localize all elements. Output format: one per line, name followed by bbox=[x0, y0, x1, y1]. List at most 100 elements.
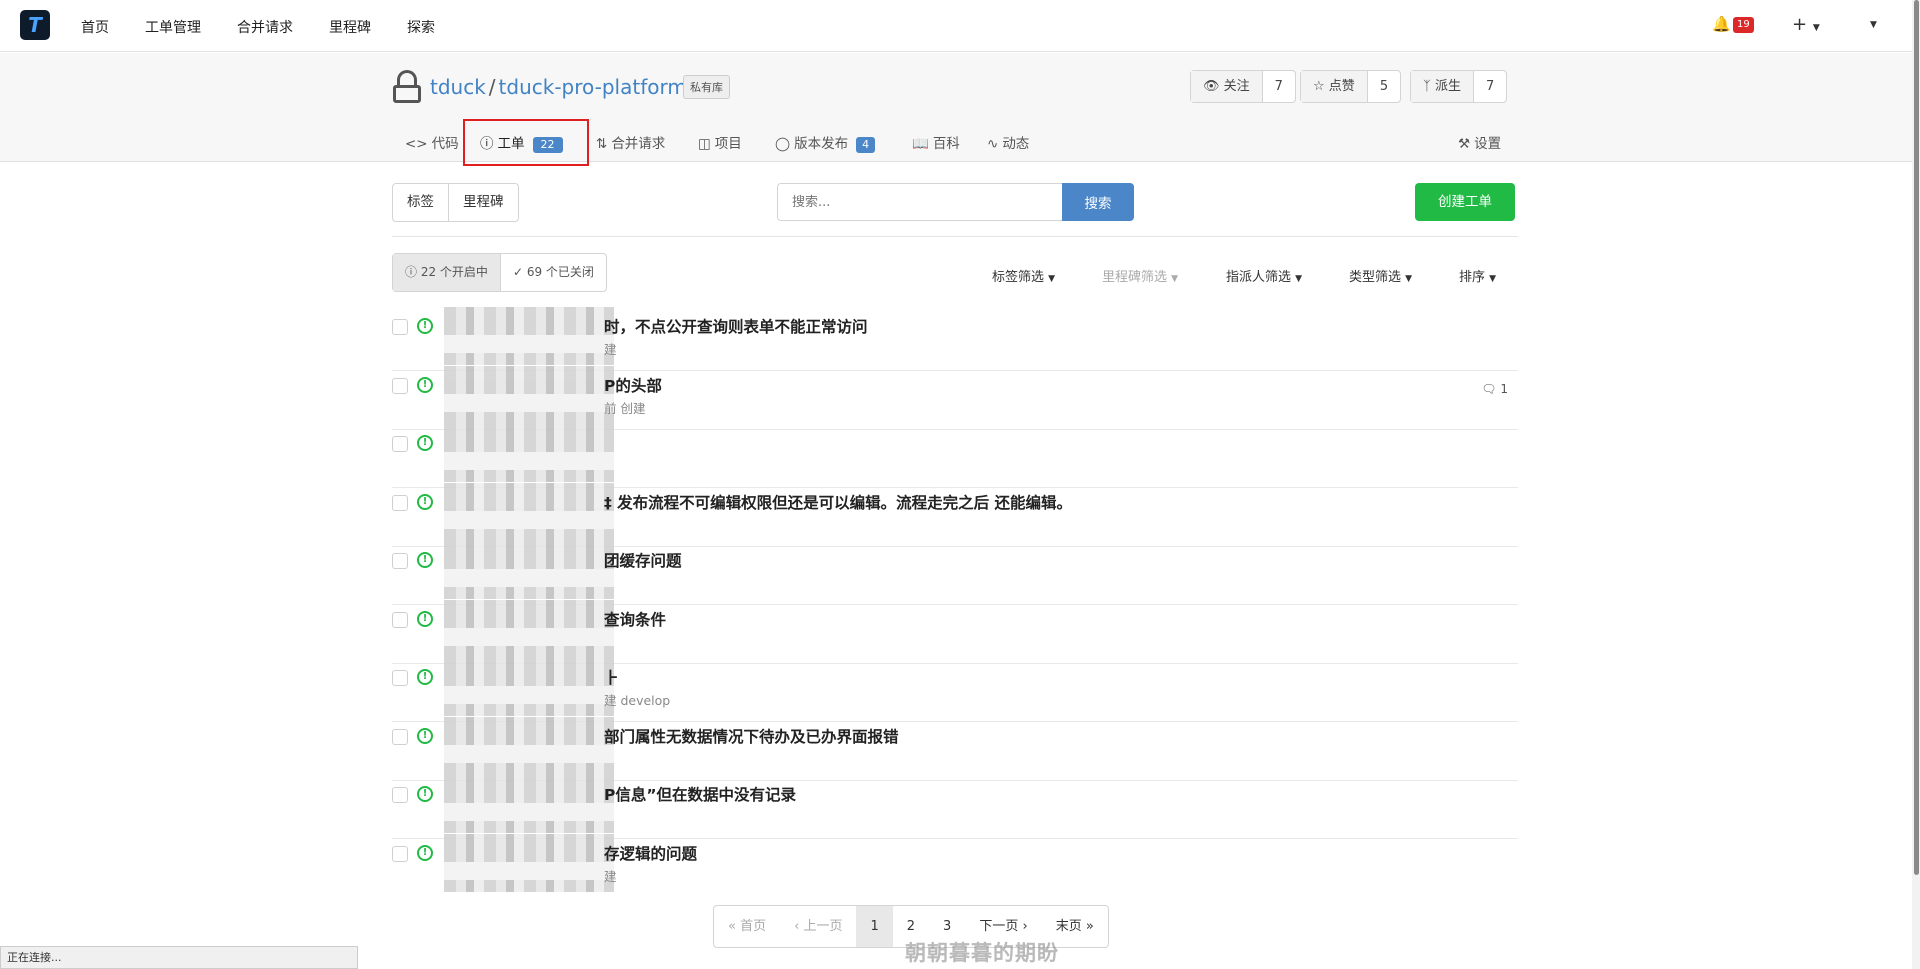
issue-title[interactable]: ‡ 发布流程不可编辑权限但还是可以编辑。流程走完之后 还能编辑。 bbox=[604, 491, 1072, 513]
caret-down-icon: ▼ bbox=[1405, 274, 1413, 284]
star-icon: ☆ bbox=[1313, 79, 1325, 94]
watch-count[interactable]: 7 bbox=[1262, 71, 1295, 102]
issue-checkbox[interactable] bbox=[392, 787, 408, 803]
issue-meta: 建 bbox=[604, 869, 617, 884]
issue-title[interactable]: 存逻辑的问题 bbox=[604, 842, 697, 864]
highlight-annotation bbox=[463, 119, 589, 166]
releases-count-badge: 4 bbox=[856, 137, 876, 153]
issue-checkbox[interactable] bbox=[392, 670, 408, 686]
milestone-filter-dropdown[interactable]: 里程碑筛选 ▼ bbox=[1102, 266, 1178, 285]
open-issues-button[interactable]: ⓘ 22 个开启中 bbox=[393, 254, 500, 291]
repo-name-link[interactable]: tduck-pro-platform bbox=[499, 75, 687, 99]
labels-button[interactable]: 标签 bbox=[393, 184, 448, 221]
fork-icon: ᛉ bbox=[1423, 79, 1431, 94]
issue-checkbox[interactable] bbox=[392, 729, 408, 745]
scrollbar-thumb[interactable] bbox=[1914, 0, 1919, 875]
browser-status-bar: 正在连接... bbox=[0, 946, 358, 969]
tab-projects[interactable]: ◫ 项目 bbox=[698, 132, 742, 152]
redacted-area bbox=[444, 658, 614, 716]
issue-open-icon: ! bbox=[417, 318, 433, 334]
nav-explore[interactable]: 探索 bbox=[407, 17, 435, 37]
search-input[interactable] bbox=[777, 183, 1063, 221]
sort-dropdown[interactable]: 排序 ▼ bbox=[1459, 266, 1496, 285]
tools-icon: ⚒ bbox=[1458, 136, 1471, 152]
nav-pulls[interactable]: 合并请求 bbox=[237, 17, 293, 37]
issue-title[interactable]: P信息”但在数据中没有记录 bbox=[604, 783, 796, 805]
issue-title[interactable]: 时，不点公开查询则表单不能正常访问 bbox=[604, 315, 868, 337]
nav-milestones[interactable]: 里程碑 bbox=[329, 17, 371, 37]
create-issue-button[interactable]: 创建工单 bbox=[1415, 183, 1515, 221]
fork-label: 派生 bbox=[1434, 79, 1461, 94]
closed-count-label: 69 个已关闭 bbox=[526, 265, 594, 279]
search-button[interactable]: 搜索 bbox=[1062, 183, 1134, 221]
next-page-label: 下一页 bbox=[979, 919, 1019, 934]
issue-checkbox[interactable] bbox=[392, 846, 408, 862]
issue-row[interactable]: ! bbox=[392, 424, 1518, 488]
redacted-area bbox=[444, 483, 614, 541]
pull-request-icon: ⇅ bbox=[596, 136, 608, 152]
tab-pulls[interactable]: ⇅ 合并请求 bbox=[596, 132, 665, 152]
fork-count[interactable]: 7 bbox=[1473, 71, 1507, 102]
repo-owner-link[interactable]: tduck bbox=[430, 75, 486, 99]
first-page-button[interactable]: « 首页 bbox=[714, 906, 780, 947]
issue-title[interactable]: ⺊ bbox=[604, 666, 620, 688]
type-filter-dropdown[interactable]: 类型筛选 ▼ bbox=[1349, 266, 1412, 285]
issue-row[interactable]: ! ⺊ 建 develop bbox=[392, 658, 1518, 722]
lock-icon bbox=[393, 70, 421, 104]
double-chevron-left-icon: « bbox=[728, 919, 736, 934]
issue-checkbox[interactable] bbox=[392, 612, 408, 628]
repo-separator: / bbox=[488, 75, 496, 99]
issue-open-icon: ! bbox=[417, 669, 433, 685]
closed-issues-button[interactable]: ✓ 69 个已关闭 bbox=[499, 254, 606, 291]
app-logo[interactable]: T bbox=[20, 10, 50, 40]
prev-page-button[interactable]: ‹ 上一页 bbox=[780, 906, 856, 947]
bell-icon[interactable]: 🔔 bbox=[1712, 15, 1731, 33]
star-count[interactable]: 5 bbox=[1367, 71, 1401, 102]
tab-activity[interactable]: ∿ 动态 bbox=[987, 132, 1029, 152]
tab-releases[interactable]: ◯ 版本发布 4 bbox=[775, 132, 876, 153]
issue-title[interactable]: 查询条件 bbox=[604, 608, 666, 630]
page-1[interactable]: 1 bbox=[856, 906, 893, 947]
notification-badge[interactable]: 19 bbox=[1733, 17, 1754, 33]
nav-home[interactable]: 首页 bbox=[81, 17, 109, 37]
nav-issues[interactable]: 工单管理 bbox=[145, 17, 201, 37]
milestones-button[interactable]: 里程碑 bbox=[448, 184, 518, 221]
issue-checkbox[interactable] bbox=[392, 436, 408, 452]
issue-row[interactable]: ! 团缓存问题 bbox=[392, 541, 1518, 605]
issue-checkbox[interactable] bbox=[392, 319, 408, 335]
issue-row[interactable]: ! P信息”但在数据中没有记录 bbox=[392, 775, 1518, 839]
comment-count[interactable]: 🗨 1 bbox=[1481, 382, 1508, 396]
issue-row[interactable]: ! ‡ 发布流程不可编辑权限但还是可以编辑。流程走完之后 还能编辑。 bbox=[392, 483, 1518, 547]
watch-button[interactable]: 👁 关注 7 bbox=[1190, 70, 1296, 103]
tab-code[interactable]: <> 代码 bbox=[405, 132, 459, 152]
labels-milestones-group: 标签 里程碑 bbox=[392, 183, 519, 222]
issue-row[interactable]: ! 部门属性无数据情况下待办及已办界面报错 bbox=[392, 717, 1518, 781]
label-filter-dropdown[interactable]: 标签筛选 ▼ bbox=[992, 266, 1055, 285]
star-button[interactable]: ☆ 点赞 5 bbox=[1300, 70, 1402, 103]
fork-button[interactable]: ᛉ 派生 7 bbox=[1410, 70, 1508, 103]
create-menu[interactable]: + ▼ bbox=[1792, 14, 1820, 35]
redacted-area bbox=[444, 717, 614, 775]
issue-title[interactable]: 部门属性无数据情况下待办及已办界面报错 bbox=[604, 725, 899, 747]
assignee-filter-dropdown[interactable]: 指派人筛选 ▼ bbox=[1226, 266, 1302, 285]
issue-open-icon: ! bbox=[417, 494, 433, 510]
issue-row[interactable]: ! 时，不点公开查询则表单不能正常访问 建 bbox=[392, 307, 1518, 371]
redacted-area bbox=[444, 600, 614, 658]
issue-open-icon: ! bbox=[417, 552, 433, 568]
issue-checkbox[interactable] bbox=[392, 553, 408, 569]
issue-row[interactable]: ! 查询条件 bbox=[392, 600, 1518, 664]
issue-title[interactable]: 团缓存问题 bbox=[604, 549, 682, 571]
issue-row[interactable]: ! P的头部 前 创建 🗨 1 bbox=[392, 366, 1518, 430]
project-icon: ◫ bbox=[698, 136, 711, 152]
tab-wiki[interactable]: 📖 百科 bbox=[912, 132, 960, 152]
issue-open-icon: ! bbox=[417, 435, 433, 451]
issue-open-icon: ! bbox=[417, 786, 433, 802]
issue-checkbox[interactable] bbox=[392, 495, 408, 511]
issue-title[interactable]: P的头部 bbox=[604, 374, 662, 396]
issue-closed-icon: ✓ bbox=[512, 265, 523, 279]
user-menu-caret-icon[interactable]: ▼ bbox=[1870, 20, 1877, 30]
issue-row[interactable]: ! 存逻辑的问题 建 bbox=[392, 834, 1518, 898]
tab-settings[interactable]: ⚒ 设置 bbox=[1458, 132, 1501, 152]
issue-checkbox[interactable] bbox=[392, 378, 408, 394]
repo-header: tduck / tduck-pro-platform 私有库 👁 关注 7 ☆ 点赞… bbox=[0, 53, 1912, 162]
